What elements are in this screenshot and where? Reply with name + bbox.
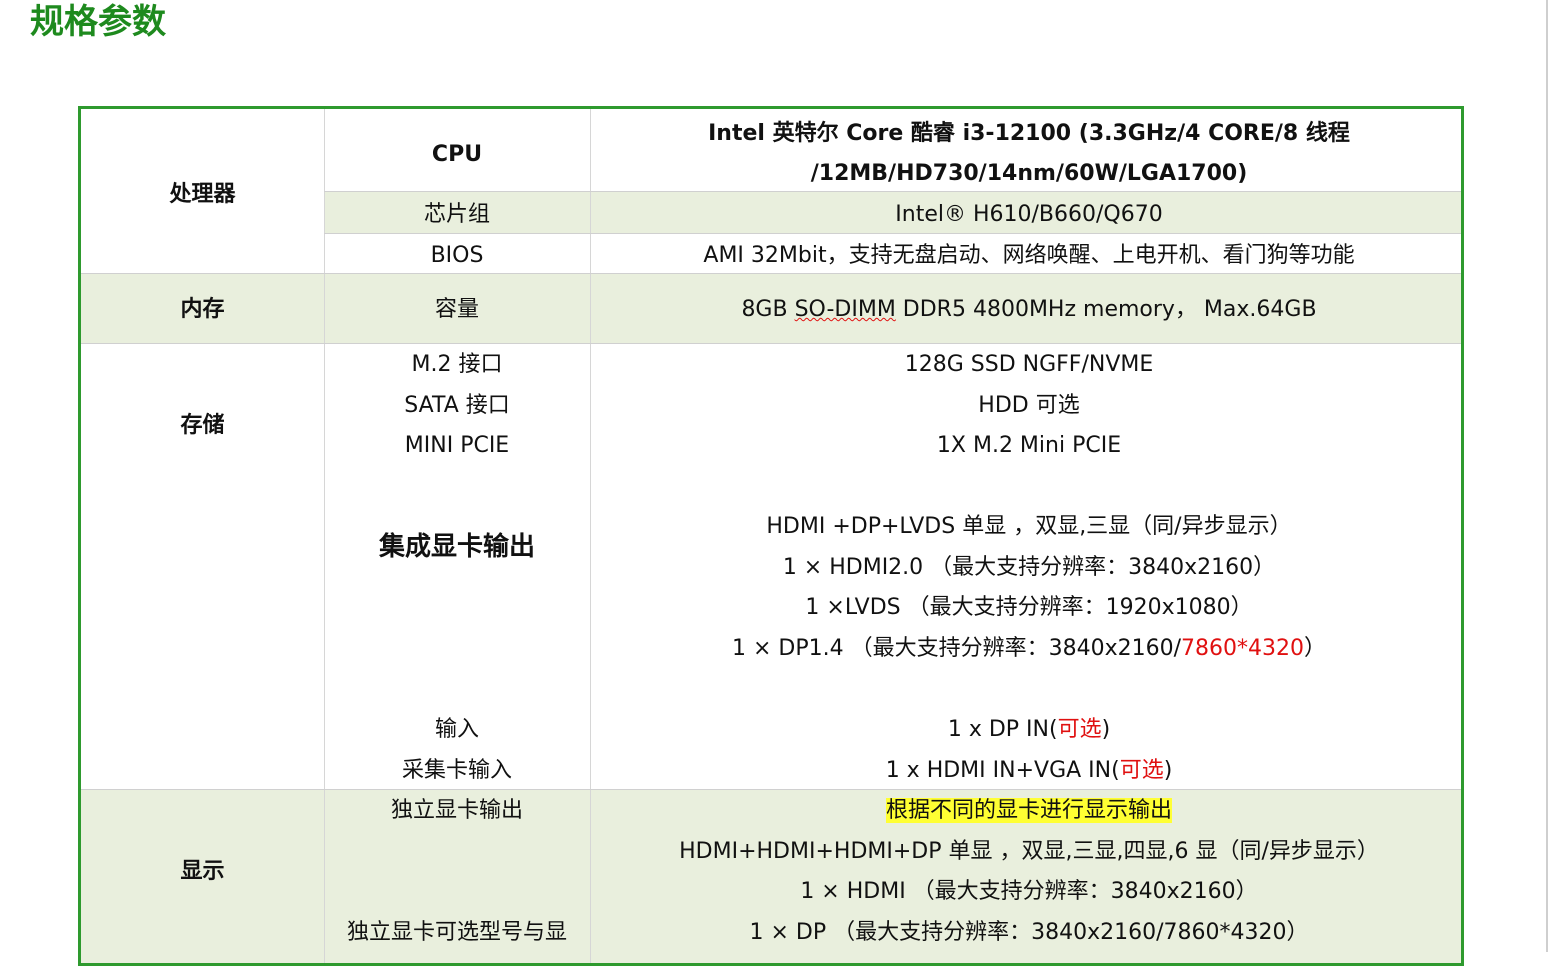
cpu-value-line1: Intel 英特尔 Core 酷睿 i3-12100 (3.3GHz/4 COR… [708,121,1350,146]
igpu-line1: HDMI +DP+LVDS 单显 ，双显,三显（同/异步显示） [766,514,1292,539]
minipcie-label: MINI PCIE [404,433,510,458]
minipcie-value: 1X M.2 Mini PCIE [936,433,1122,458]
input-label: 输入 [434,717,479,742]
m2-label: M.2 接口 [411,352,503,377]
capture-label: 采集卡输入 [401,758,512,783]
spec-table: 处理器 CPU Intel 英特尔 Core 酷睿 i3-12100 (3.3G… [78,106,1464,966]
page-edge-line [1546,0,1548,952]
cpu-label: CPU [431,142,483,167]
capacity-label: 容量 [434,297,479,322]
capture-value: 1 x HDMI IN+VGA IN(可选) [885,758,1173,783]
row-divider [81,273,1461,274]
m2-value: 128G SSD NGFF/NVME [904,352,1154,377]
row-divider [324,233,1461,234]
bios-value: AMI 32Mbit，支持无盘启动、网络唤醒、上电开机、看门狗等功能 [703,243,1355,268]
row-divider [81,789,1461,790]
category-storage: 存储 [180,413,225,438]
sata-label: SATA 接口 [404,393,510,418]
chipset-value: Intel® H610/B660/Q670 [895,202,1163,227]
cpu-value-line2: /12MB/HD730/14nm/60W/LGA1700) [810,161,1248,186]
highlighted-text: 根据不同的显卡进行显示输出 [885,798,1172,823]
row-divider [81,343,1461,344]
igpu-line3: 1 ×LVDS （最大支持分辨率：1920x1080） [805,595,1253,620]
igpu-label: 集成显卡输出 [378,532,535,562]
row-divider [324,191,1461,192]
dgpu-value: 根据不同的显卡进行显示输出 [591,796,1461,826]
dgpu-line3: 1 × HDMI （最大支持分辨率：3840x2160） [800,879,1258,904]
bios-label: BIOS [430,243,484,268]
category-memory: 内存 [180,297,225,322]
igpu-line4: 1 × DP1.4 （最大支持分辨率：3840x2160/7860*4320） [731,636,1326,661]
category-display: 显示 [180,859,225,884]
sata-value: HDD 可选 [978,393,1080,418]
chipset-label: 芯片组 [423,202,490,227]
category-processor: 处理器 [169,182,236,207]
capacity-value: 8GB SO-DIMM DDR5 4800MHz memory， Max.64G… [741,297,1317,322]
igpu-line2: 1 × HDMI2.0 （最大支持分辨率：3840x2160） [782,555,1276,580]
dgpu-model-label: 独立显卡可选型号与显 [346,920,567,945]
dgpu-label: 独立显卡输出 [390,798,523,823]
page-title: 规格参数 [30,2,166,42]
dgpu-line2: HDMI+HDMI+HDMI+DP 单显 ，双显,三显,四显,6 显（同/异步显… [679,839,1379,864]
input-value: 1 x DP IN(可选) [947,717,1111,742]
dgpu-line4: 1 × DP （最大支持分辨率：3840x2160/7860*4320） [749,920,1309,945]
